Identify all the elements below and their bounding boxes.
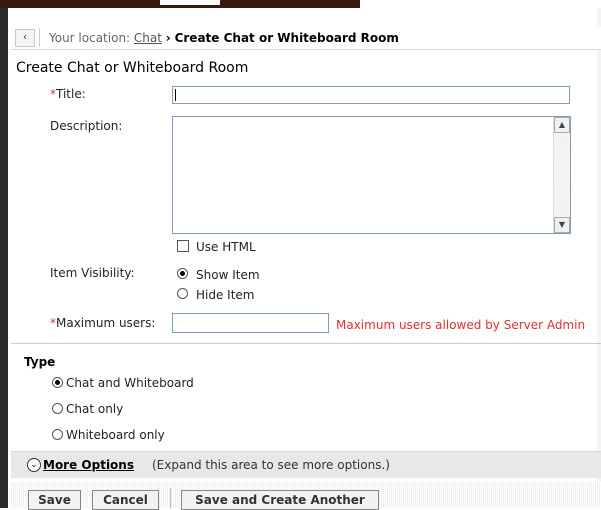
title-label-wrap: *Title:: [50, 87, 86, 101]
right-edge: [597, 8, 601, 508]
max-users-note: Maximum users allowed by Server Admin: [336, 318, 586, 332]
use-html-label: Use HTML: [196, 240, 256, 254]
title-input[interactable]: [172, 86, 570, 104]
breadcrumb-text: Your location: Chat › Create Chat or Whi…: [49, 31, 399, 45]
double-chevron-down-icon[interactable]: ⌄: [27, 458, 41, 472]
visibility-show-label: Show Item: [196, 268, 260, 282]
max-users-label: Maximum users:: [56, 316, 156, 330]
visibility-label: Item Visibility:: [50, 266, 135, 280]
page-title: Create Chat or Whiteboard Room: [16, 60, 249, 76]
save-and-create-another-button[interactable]: Save and Create Another: [181, 490, 379, 510]
use-html-checkbox[interactable]: [177, 240, 189, 252]
left-border: [0, 8, 8, 508]
top-bar-notch: [160, 0, 220, 5]
section-divider: [11, 343, 601, 344]
type-chat-whiteboard-label: Chat and Whiteboard: [66, 376, 194, 390]
description-label: Description:: [50, 119, 123, 133]
button-divider: [170, 488, 171, 508]
type-chat-only-label: Chat only: [66, 402, 124, 416]
breadcrumb-current: Create Chat or Whiteboard Room: [174, 31, 399, 45]
more-options-link[interactable]: More Options: [43, 458, 134, 472]
scroll-up-icon[interactable]: ▲: [554, 117, 570, 133]
breadcrumb-link-chat[interactable]: Chat: [134, 31, 162, 45]
max-users-label-wrap: *Maximum users:: [50, 316, 155, 330]
save-button[interactable]: Save: [28, 490, 81, 510]
back-icon[interactable]: ‹: [15, 29, 35, 47]
type-chat-whiteboard-radio[interactable]: [52, 377, 63, 388]
title-label: Title:: [56, 87, 86, 101]
visibility-hide-radio[interactable]: [177, 288, 188, 299]
breadcrumb-divider: [39, 28, 40, 47]
type-whiteboard-only-label: Whiteboard only: [66, 428, 165, 442]
type-heading: Type: [24, 355, 56, 369]
more-options-description: (Expand this area to see more options.): [152, 458, 390, 472]
more-options-bar: ⌄ More Options (Expand this area to see …: [11, 451, 601, 478]
breadcrumb-prefix: Your location:: [49, 31, 131, 45]
type-chat-only-radio[interactable]: [52, 403, 63, 414]
type-whiteboard-only-radio[interactable]: [52, 429, 63, 440]
breadcrumb-arrow: ›: [165, 31, 171, 45]
description-textarea[interactable]: ▲ ▼: [172, 116, 571, 234]
text-caret: [175, 89, 176, 101]
description-scrollbar[interactable]: ▲ ▼: [553, 117, 570, 233]
max-users-input[interactable]: [172, 313, 329, 333]
scroll-down-icon[interactable]: ▼: [554, 217, 570, 233]
visibility-show-radio[interactable]: [177, 268, 188, 279]
breadcrumb: ‹ Your location: Chat › Create Chat or W…: [11, 27, 601, 50]
cancel-button[interactable]: Cancel: [92, 490, 159, 510]
visibility-hide-label: Hide Item: [196, 288, 255, 302]
